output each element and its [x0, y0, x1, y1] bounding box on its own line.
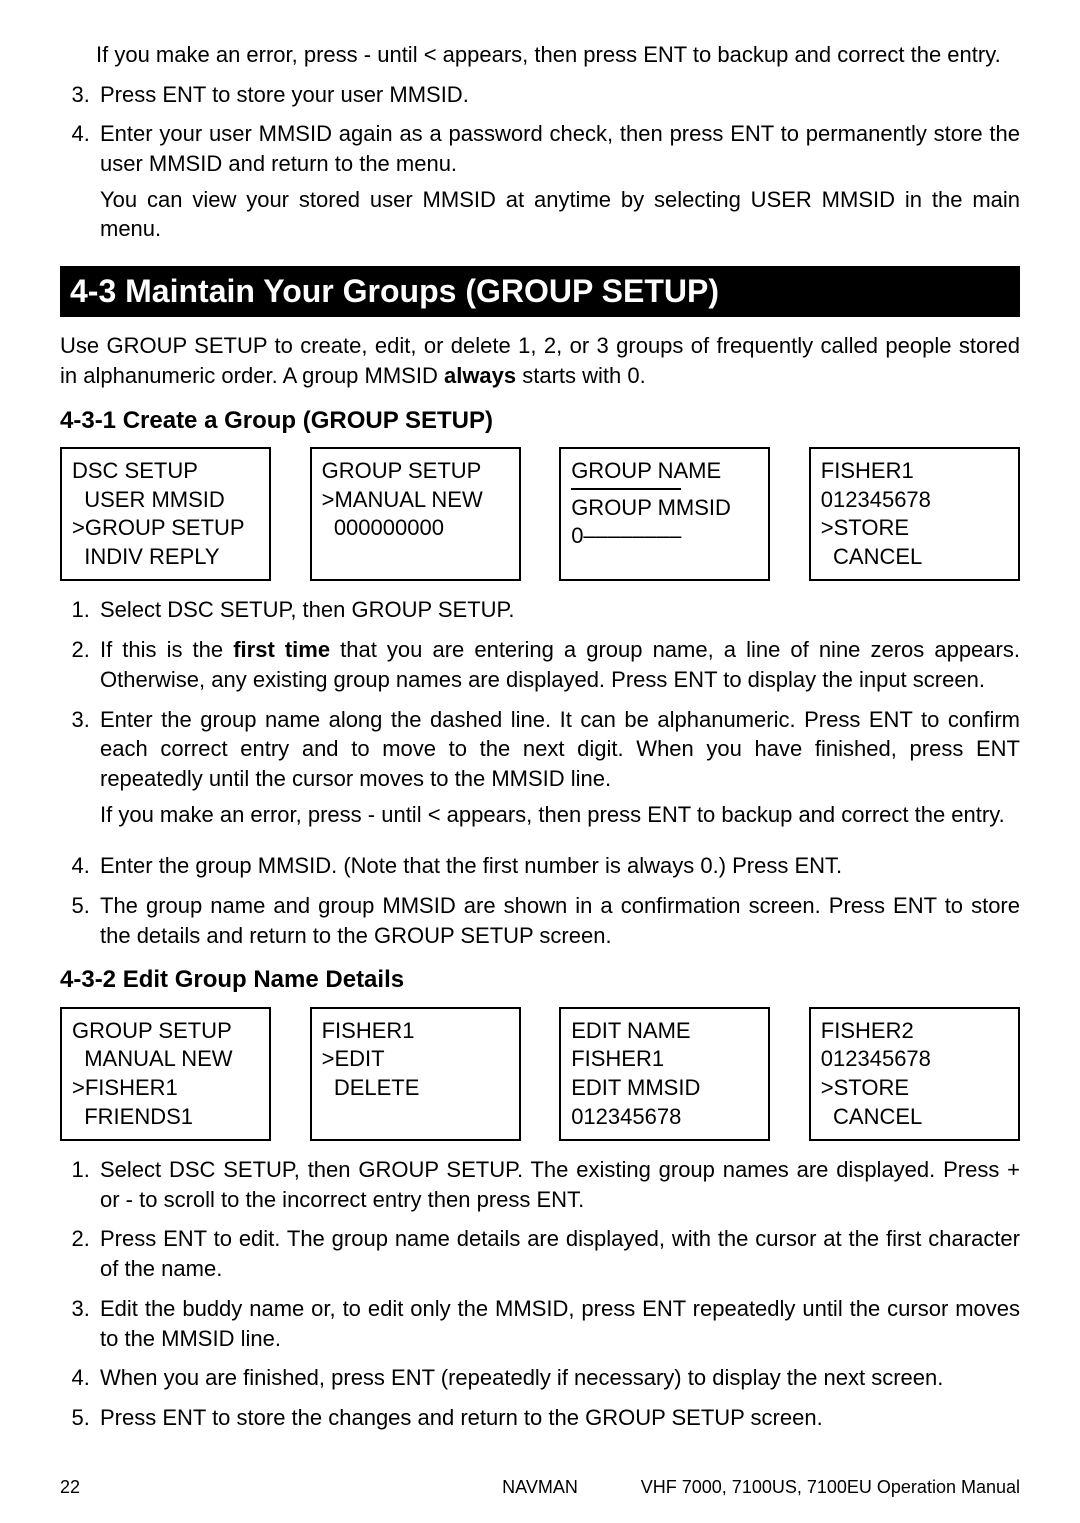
- s431-step3b: If you make an error, press - until < ap…: [100, 800, 1020, 830]
- s431-step4: Enter the group MMSID. (Note that the fi…: [96, 851, 1020, 881]
- s431-step1: Select DSC SETUP, then GROUP SETUP.: [96, 595, 1020, 625]
- intro-text-bold: always: [444, 363, 516, 388]
- top-step-4: Enter your user MMSID again as a passwor…: [96, 119, 1020, 244]
- s432-step1: Select DSC SETUP, then GROUP SETUP. The …: [96, 1155, 1020, 1214]
- top-step-3: Press ENT to store your user MMSID.: [96, 80, 1020, 110]
- screen-fisher2-store: FISHER2 012345678 >STORE CANCEL: [809, 1007, 1020, 1141]
- top-error-tip: If you make an error, press - until < ap…: [96, 40, 1020, 70]
- top-step-4b: You can view your stored user MMSID at a…: [100, 185, 1020, 244]
- screen-dsc-setup: DSC SETUP USER MMSID >GROUP SETUP INDIV …: [60, 447, 271, 581]
- s431-step2bold: first time: [233, 637, 330, 662]
- screen-edit-name: EDIT NAME FISHER1 EDIT MMSID 012345678: [559, 1007, 770, 1141]
- divider: [571, 488, 681, 490]
- s432-step2: Press ENT to edit. The group name detail…: [96, 1224, 1020, 1283]
- screen-line: GROUP MMSID: [571, 494, 758, 523]
- screen-group-list: GROUP SETUP MANUAL NEW >FISHER1 FRIENDS1: [60, 1007, 271, 1141]
- s431-step3a: Enter the group name along the dashed li…: [100, 707, 1020, 791]
- page-footer: 22 NAVMAN VHF 7000, 7100US, 7100EU Opera…: [60, 1475, 1020, 1499]
- screen-group-name: GROUP NAME GROUP MMSID 0––––––––: [559, 447, 770, 581]
- screen-line: GROUP NAME: [571, 457, 758, 486]
- footer-brand: NAVMAN: [60, 1475, 1020, 1499]
- s432-step3: Edit the buddy name or, to edit only the…: [96, 1294, 1020, 1353]
- s432-step4: When you are finished, press ENT (repeat…: [96, 1363, 1020, 1393]
- screens-431: DSC SETUP USER MMSID >GROUP SETUP INDIV …: [60, 447, 1020, 581]
- screen-fisher1-store: FISHER1 012345678 >STORE CANCEL: [809, 447, 1020, 581]
- section-4-3-2-heading: 4-3-2 Edit Group Name Details: [60, 964, 1020, 996]
- s431-step2: If this is the first time that you are e…: [96, 635, 1020, 694]
- screen-group-setup: GROUP SETUP >MANUAL NEW 000000000: [310, 447, 521, 581]
- s431-step2a: If this is the: [100, 637, 233, 662]
- section-4-3-heading: 4-3 Maintain Your Groups (GROUP SETUP): [60, 266, 1020, 317]
- screens-432: GROUP SETUP MANUAL NEW >FISHER1 FRIENDS1…: [60, 1007, 1020, 1141]
- s431-step5: The group name and group MMSID are shown…: [96, 891, 1020, 950]
- s432-step5: Press ENT to store the changes and retur…: [96, 1403, 1020, 1433]
- top-step-4a: Enter your user MMSID again as a passwor…: [100, 121, 1020, 176]
- section-4-3-intro: Use GROUP SETUP to create, edit, or dele…: [60, 331, 1020, 390]
- intro-text-b: starts with 0.: [516, 363, 646, 388]
- section-4-3-1-heading: 4-3-1 Create a Group (GROUP SETUP): [60, 405, 1020, 437]
- screen-line: 0––––––––: [571, 522, 758, 551]
- s431-step3: Enter the group name along the dashed li…: [96, 705, 1020, 830]
- screen-fisher1-edit: FISHER1 >EDIT DELETE: [310, 1007, 521, 1141]
